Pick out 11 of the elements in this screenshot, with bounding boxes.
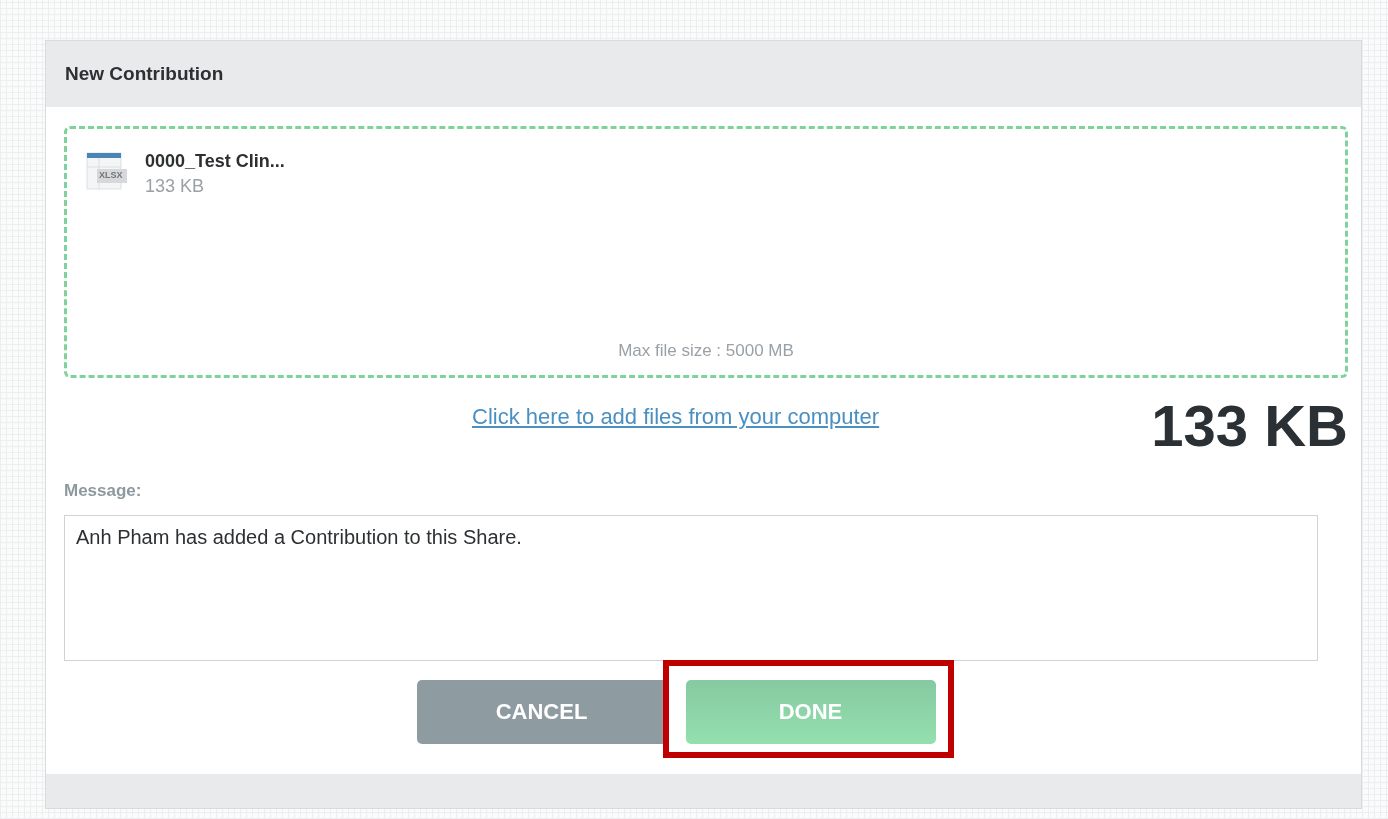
file-name: 0000_Test Clin... bbox=[145, 151, 285, 172]
file-type-label: XLSX bbox=[99, 170, 123, 180]
total-size: 133 KB bbox=[1151, 392, 1348, 459]
max-size-hint: Max file size : 5000 MB bbox=[618, 341, 794, 361]
message-label: Message: bbox=[64, 481, 143, 501]
dialog-title: New Contribution bbox=[65, 63, 224, 85]
file-size: 133 KB bbox=[145, 176, 206, 197]
file-dropzone[interactable]: XLSX 0000_Test Clin... 133 KB Max file size : 5000 MB bbox=[64, 126, 1348, 378]
add-files-link[interactable]: Click here to add files from your computer bbox=[472, 403, 880, 430]
spreadsheet-file-icon bbox=[85, 151, 129, 193]
message-field[interactable]: Anh Pham has added a Contribution to this Share. bbox=[64, 515, 1318, 661]
